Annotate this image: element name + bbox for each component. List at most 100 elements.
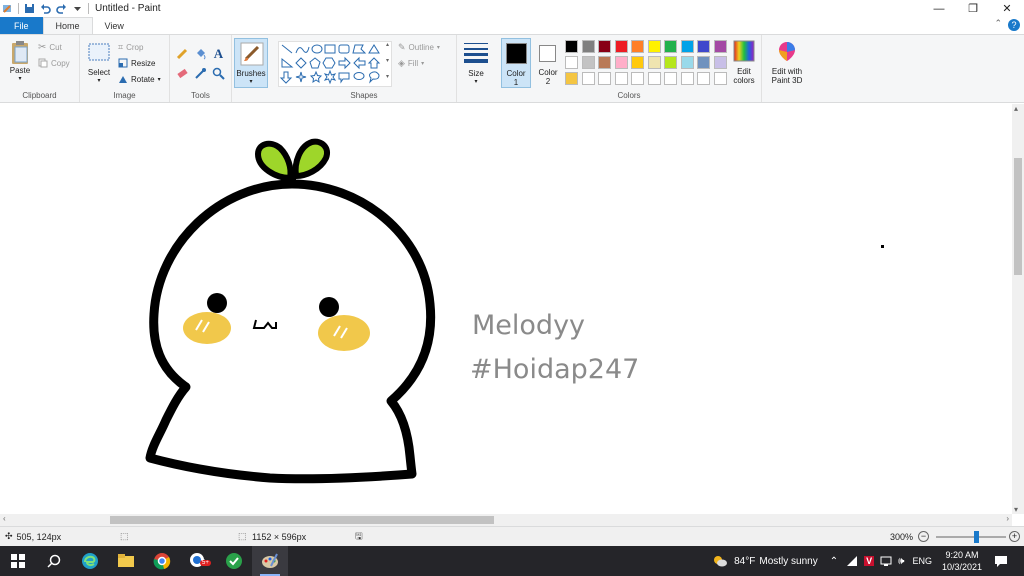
clock[interactable]: 9:20 AM 10/3/2021: [942, 549, 982, 573]
edit-colors-button[interactable]: Edit colors: [729, 40, 759, 88]
scroll-right-icon[interactable]: ›: [1006, 514, 1009, 523]
search-button[interactable]: [36, 546, 72, 576]
antivirus-icon[interactable]: V: [864, 556, 875, 566]
palette-swatch[interactable]: [598, 40, 611, 53]
restore-button[interactable]: ❐: [956, 0, 990, 17]
file-explorer-button[interactable]: [108, 546, 144, 576]
tab-home[interactable]: Home: [42, 17, 93, 34]
chrome-button[interactable]: [144, 546, 180, 576]
zoom-slider-thumb[interactable]: [974, 531, 979, 543]
palette-swatch[interactable]: [713, 72, 727, 85]
color1-button[interactable]: Color 1: [501, 38, 531, 88]
palette-swatch[interactable]: [614, 56, 628, 69]
palette-swatch[interactable]: [581, 56, 595, 69]
crop-button[interactable]: ⌗ Crop: [118, 42, 143, 53]
vertical-scrollbar[interactable]: ▴ ▾: [1012, 104, 1024, 514]
fill-bucket-icon[interactable]: [194, 47, 207, 60]
zoom-slider[interactable]: [936, 531, 1006, 543]
copy-button[interactable]: Copy: [38, 58, 70, 68]
paint-taskbar-button[interactable]: [252, 546, 288, 576]
palette-swatch[interactable]: [631, 56, 644, 69]
palette-swatch[interactable]: [631, 40, 644, 53]
palette-swatch[interactable]: [614, 72, 628, 85]
app-button[interactable]: [216, 546, 252, 576]
horizontal-scrollbar[interactable]: ‹ ›: [0, 514, 1012, 526]
network-icon[interactable]: [880, 556, 892, 566]
magnifier-icon[interactable]: [212, 67, 225, 80]
tab-file[interactable]: File: [0, 17, 43, 34]
edit-with-paint3d-button[interactable]: Edit with Paint 3D: [764, 40, 810, 90]
palette-swatch[interactable]: [598, 72, 611, 85]
select-button[interactable]: Select ▾: [84, 40, 114, 86]
chevron-up-icon[interactable]: ▴: [386, 41, 389, 48]
customize-qat-icon[interactable]: [72, 3, 83, 14]
help-icon[interactable]: ?: [1008, 19, 1020, 31]
palette-swatch[interactable]: [713, 40, 727, 53]
scroll-up-icon[interactable]: ▴: [1014, 104, 1018, 113]
palette-swatch[interactable]: [680, 40, 694, 53]
undo-icon[interactable]: [40, 3, 51, 14]
close-button[interactable]: ✕: [990, 0, 1024, 17]
save-icon[interactable]: [24, 3, 35, 14]
eraser-icon[interactable]: [176, 67, 189, 80]
palette-swatch[interactable]: [614, 40, 628, 53]
color-picker-icon[interactable]: [194, 67, 207, 80]
palette-swatch[interactable]: [697, 72, 710, 85]
resize-button[interactable]: Resize: [118, 58, 155, 68]
palette-swatch[interactable]: [647, 72, 661, 85]
zoom-out-button[interactable]: −: [918, 531, 929, 542]
palette-swatch[interactable]: [565, 72, 578, 85]
size-button[interactable]: Size ▾: [461, 41, 491, 87]
brushes-button[interactable]: Brushes ▾: [234, 38, 268, 88]
palette-swatch[interactable]: [697, 56, 710, 69]
shapes-gallery[interactable]: [278, 41, 392, 87]
chevron-down-icon[interactable]: ▾: [386, 57, 389, 64]
palette-swatch[interactable]: [664, 40, 677, 53]
palette-swatch[interactable]: [565, 40, 578, 53]
expand-icon[interactable]: ▾: [386, 73, 389, 80]
cut-button[interactable]: ✂ Cut: [38, 42, 62, 53]
palette-swatch[interactable]: [647, 40, 661, 53]
weather-temperature[interactable]: 84°F: [734, 556, 755, 567]
minimize-button[interactable]: —: [922, 0, 956, 17]
fill-button[interactable]: ◈ Fill ▾: [398, 58, 424, 69]
rotate-button[interactable]: Rotate ▾: [118, 74, 161, 84]
drawing-canvas[interactable]: Melodyy #Hoidap247: [0, 104, 1012, 514]
palette-swatch[interactable]: [631, 72, 644, 85]
paint-app-icon[interactable]: [2, 3, 13, 14]
vertical-scroll-thumb[interactable]: [1014, 158, 1022, 275]
notifications-icon[interactable]: [994, 554, 1008, 568]
volume-icon[interactable]: 🕪: [898, 556, 904, 567]
palette-swatch[interactable]: [647, 56, 661, 69]
weather-icon[interactable]: [712, 553, 728, 569]
palette-swatch[interactable]: [697, 40, 710, 53]
messenger-button[interactable]: 5+: [180, 546, 216, 576]
text-tool-icon[interactable]: A: [212, 46, 225, 61]
scroll-left-icon[interactable]: ‹: [3, 514, 6, 523]
color2-button[interactable]: Color 2: [533, 38, 563, 88]
language-indicator[interactable]: ENG: [912, 556, 932, 566]
palette-swatch[interactable]: [680, 56, 694, 69]
outline-button[interactable]: ✎ Outline ▾: [398, 42, 440, 53]
tab-view[interactable]: View: [93, 17, 136, 34]
palette-swatch[interactable]: [565, 56, 578, 69]
redo-icon[interactable]: [56, 3, 67, 14]
zoom-in-button[interactable]: +: [1009, 531, 1020, 542]
scroll-down-icon[interactable]: ▾: [1014, 505, 1018, 514]
start-button[interactable]: [0, 546, 36, 576]
palette-swatch[interactable]: [664, 72, 677, 85]
palette-swatch[interactable]: [713, 56, 727, 69]
palette-swatch[interactable]: [680, 72, 694, 85]
weather-description[interactable]: Mostly sunny: [759, 556, 817, 567]
chevron-up-icon[interactable]: ⌃: [830, 556, 838, 567]
palette-swatch[interactable]: [581, 72, 595, 85]
palette-swatch[interactable]: [598, 56, 611, 69]
pencil-icon[interactable]: [176, 47, 189, 60]
paste-button[interactable]: Paste ▾: [5, 40, 35, 84]
horizontal-scroll-thumb[interactable]: [110, 516, 494, 524]
edge-button[interactable]: [72, 546, 108, 576]
palette-swatch[interactable]: [581, 40, 595, 53]
palette-swatch[interactable]: [664, 56, 677, 69]
wifi-icon[interactable]: [846, 556, 858, 566]
collapse-ribbon-button[interactable]: ⌃: [994, 18, 1002, 29]
